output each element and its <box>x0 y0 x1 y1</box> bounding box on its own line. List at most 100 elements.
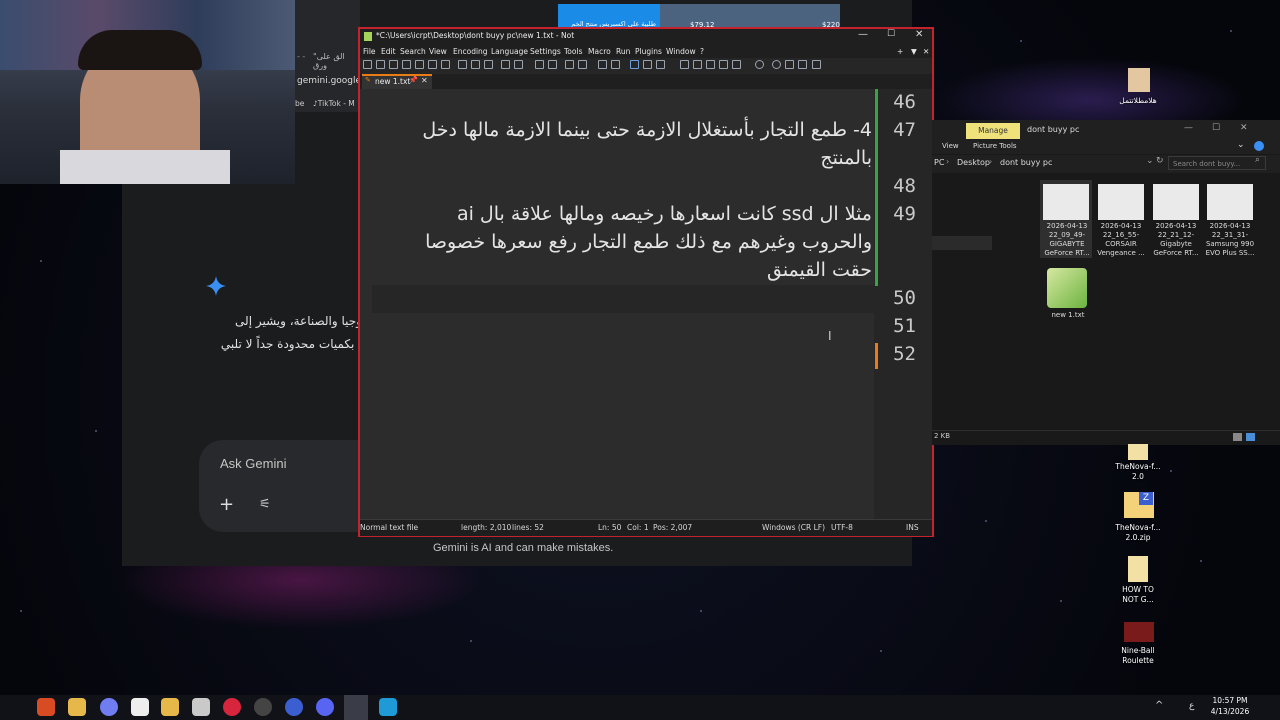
gemini-prompt-box[interactable]: Ask Gemini + ⚟ <box>199 440 379 532</box>
new-file-icon[interactable] <box>363 60 372 69</box>
notepadpp-file-icon[interactable] <box>1047 268 1087 308</box>
zip-folder-icon[interactable]: Z <box>1124 492 1154 518</box>
close-icon[interactable]: ✕ <box>915 29 923 40</box>
ribbon-view-tab[interactable]: View <box>942 142 959 150</box>
file-explorer-icon[interactable] <box>68 698 86 716</box>
bookmark-tiktok[interactable]: ♪TikTok - M <box>313 99 355 108</box>
cut-icon[interactable] <box>458 60 467 69</box>
word-wrap-icon[interactable] <box>630 60 639 69</box>
save-icon[interactable] <box>389 60 398 69</box>
minimize-icon[interactable]: — <box>1184 123 1193 133</box>
notepadpp-titlebar[interactable]: *C:\Users\icrpt\Desktop\dont buyy pc\new… <box>360 29 932 45</box>
app-icon[interactable] <box>100 698 118 716</box>
document-icon[interactable] <box>192 698 210 716</box>
file-thumbnail[interactable] <box>1207 184 1253 220</box>
doc-map-icon[interactable] <box>693 60 702 69</box>
zoom-icon[interactable] <box>285 698 303 716</box>
menu-language[interactable]: Language <box>491 45 528 58</box>
game-shortcut-icon[interactable] <box>1124 622 1154 642</box>
breadcrumb-pc[interactable]: PC <box>934 158 944 167</box>
zoom-out-icon[interactable] <box>578 60 587 69</box>
menu-tools[interactable]: Tools <box>564 45 582 58</box>
brave-icon[interactable] <box>37 698 55 716</box>
folder-icon[interactable] <box>161 698 179 716</box>
clock-time[interactable]: 10:57 PM <box>1210 696 1250 705</box>
open-file-icon[interactable] <box>376 60 385 69</box>
file-thumbnail[interactable] <box>1153 184 1199 220</box>
replace-icon[interactable] <box>548 60 557 69</box>
editor-text-area[interactable]: 4- طمع التجار بأستغلال الازمة حتى بينما … <box>360 89 874 519</box>
bookmark-1[interactable]: be <box>295 99 304 108</box>
indent-guide-icon[interactable] <box>656 60 665 69</box>
close-file-icon[interactable] <box>415 60 424 69</box>
stop-macro-icon[interactable] <box>772 60 781 69</box>
menu-run[interactable]: Run <box>616 45 630 58</box>
breadcrumb-desktop[interactable]: Desktop <box>957 158 990 167</box>
store-icon[interactable] <box>131 698 149 716</box>
run-macro-multi-icon[interactable] <box>798 60 807 69</box>
explorer-search-input[interactable]: Search dont buyy... <box>1168 156 1266 170</box>
notepadpp-taskbar-icon[interactable] <box>344 695 368 720</box>
menu-edit[interactable]: Edit <box>381 45 396 58</box>
paint-icon[interactable] <box>379 698 397 716</box>
file-thumbnail[interactable] <box>1043 184 1089 220</box>
thumbnails-view-icon[interactable] <box>1246 433 1255 441</box>
zoom-in-icon[interactable] <box>565 60 574 69</box>
refresh-icon[interactable]: ↻ <box>1156 156 1164 166</box>
menu-window[interactable]: Window <box>666 45 696 58</box>
function-list-icon[interactable] <box>719 60 728 69</box>
print-icon[interactable] <box>441 60 450 69</box>
folder-icon[interactable] <box>1128 444 1148 460</box>
tab-list-icon[interactable]: ▼ <box>911 45 917 58</box>
add-tab-icon[interactable]: + <box>897 45 903 58</box>
tab-title-2[interactable]: "الق على ورق <box>313 52 360 70</box>
pin-icon[interactable]: 📌 <box>409 76 418 84</box>
chevron-down-icon[interactable]: ⌄ <box>1146 156 1154 166</box>
chrome-icon[interactable] <box>254 698 272 716</box>
help-icon[interactable] <box>1254 141 1264 151</box>
ribbon-manage-tab[interactable]: Manage <box>966 123 1020 139</box>
chevron-down-icon[interactable]: ⌄ <box>1237 140 1245 150</box>
explorer-address-bar[interactable]: PC › Desktop › dont buyy pc ⌄ ↻ Search d… <box>932 155 1280 173</box>
record-macro-icon[interactable] <box>755 60 764 69</box>
tab-new-1[interactable]: ✎ new 1.txt 📌 ✕ <box>362 74 432 89</box>
show-all-chars-icon[interactable] <box>643 60 652 69</box>
details-view-icon[interactable] <box>1233 433 1242 441</box>
menu-help[interactable]: ? <box>700 45 704 58</box>
close-doc-icon[interactable]: ✕ <box>923 45 929 58</box>
file-thumbnail[interactable] <box>1098 184 1144 220</box>
copy-icon[interactable] <box>471 60 480 69</box>
maximize-icon[interactable]: ☐ <box>1212 123 1220 133</box>
ribbon-picture-tools-tab[interactable]: Picture Tools <box>973 142 1017 150</box>
add-icon[interactable]: + <box>219 494 234 515</box>
undo-icon[interactable] <box>501 60 510 69</box>
redo-icon[interactable] <box>514 60 523 69</box>
discord-icon[interactable] <box>316 698 334 716</box>
menu-encoding[interactable]: Encoding <box>453 45 488 58</box>
find-icon[interactable] <box>535 60 544 69</box>
menu-search[interactable]: Search <box>400 45 426 58</box>
minimize-icon[interactable]: — <box>858 29 868 40</box>
menu-view[interactable]: View <box>429 45 447 58</box>
close-icon[interactable]: ✕ <box>1240 123 1248 133</box>
tab-close-icon[interactable]: ✕ <box>421 76 428 85</box>
nav-pane-selected-item[interactable] <box>932 236 992 250</box>
youtube-icon[interactable] <box>223 698 241 716</box>
tray-chevron-icon[interactable]: ^ <box>1155 700 1163 711</box>
status-eol[interactable]: Windows (CR LF) <box>762 520 825 536</box>
ask-input[interactable]: Ask Gemini <box>220 456 286 471</box>
folder-icon[interactable] <box>1128 556 1148 582</box>
tools-icon[interactable]: ⚟ <box>259 497 271 512</box>
save-all-icon[interactable] <box>402 60 411 69</box>
folder-workspace-icon[interactable] <box>732 60 741 69</box>
maximize-icon[interactable]: ☐ <box>887 29 895 39</box>
breadcrumb-folder[interactable]: dont buyy pc <box>1000 158 1052 167</box>
status-encoding[interactable]: UTF-8 <box>831 520 853 536</box>
paste-icon[interactable] <box>484 60 493 69</box>
menu-settings[interactable]: Settings <box>530 45 561 58</box>
udl-icon[interactable] <box>680 60 689 69</box>
desktop-shortcut-icon[interactable] <box>1128 68 1150 92</box>
play-macro-icon[interactable] <box>785 60 794 69</box>
clock-date[interactable]: 4/13/2026 <box>1208 707 1252 716</box>
menu-file[interactable]: File <box>363 45 376 58</box>
